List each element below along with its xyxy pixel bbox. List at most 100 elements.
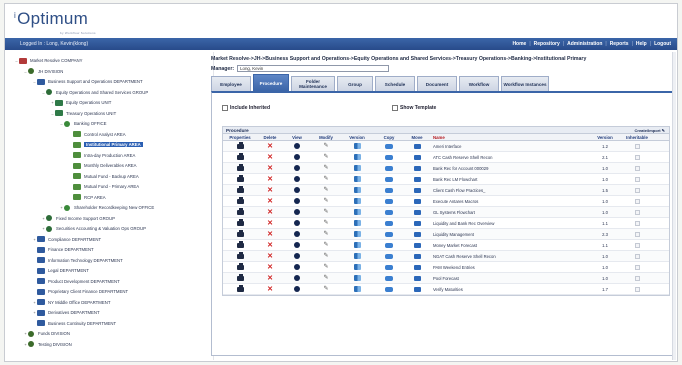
tree-node[interactable]: – Banking OFFICE (59, 119, 106, 128)
tree-node-label[interactable]: Product Development DEPARTMENT (48, 279, 120, 284)
tree-node-label[interactable]: JH DIVISION (38, 69, 63, 74)
delete-icon[interactable]: ✕ (267, 275, 273, 282)
tab-workflow[interactable]: Workflow (459, 76, 499, 91)
properties-icon[interactable] (236, 152, 244, 160)
procedure-name[interactable]: Verify Maturities (429, 287, 589, 292)
inheritable-checkbox[interactable] (634, 154, 640, 160)
view-icon[interactable] (294, 143, 300, 149)
move-icon[interactable] (413, 264, 421, 270)
tree-node[interactable]: Business Continuity DEPARTMENT (32, 319, 116, 328)
delete-icon[interactable]: ✕ (267, 242, 273, 249)
page-scrollbar[interactable] (672, 52, 676, 360)
tree-node[interactable]: Finance DEPARTMENT (32, 245, 94, 254)
tree-node-label[interactable]: Market Resolve COMPANY (30, 58, 82, 63)
tree-node-label[interactable]: Information Technology DEPARTMENT (48, 258, 123, 263)
delete-icon[interactable]: ✕ (267, 154, 273, 161)
procedure-name[interactable]: GL Systems Flowchart (429, 210, 589, 215)
view-icon[interactable] (294, 165, 300, 171)
tree-node-label[interactable]: Derivatives DEPARTMENT (48, 310, 100, 315)
modify-icon[interactable]: ✎ (323, 143, 328, 149)
move-icon[interactable] (413, 187, 421, 193)
move-icon[interactable] (413, 231, 421, 237)
tab-schedule[interactable]: Schedule (375, 76, 415, 91)
nav-help[interactable]: Help (636, 41, 647, 47)
tree-node-label[interactable]: Institutional Primary AREA (84, 142, 143, 147)
column-header[interactable]: Name (429, 135, 589, 140)
version-icon[interactable] (353, 187, 361, 193)
procedure-name[interactable]: Money Market Forecast (429, 243, 589, 248)
inheritable-checkbox[interactable] (634, 275, 640, 281)
view-icon[interactable] (294, 286, 300, 292)
modify-icon[interactable]: ✎ (323, 187, 328, 193)
copy-icon[interactable] (385, 275, 393, 281)
copy-icon[interactable] (385, 187, 393, 193)
tree-node[interactable]: Control Analyst AREA (68, 130, 126, 139)
procedure-name[interactable]: NGAT Cash Reserve Shell Recon (429, 254, 589, 259)
properties-icon[interactable] (236, 273, 244, 281)
tree-node-label[interactable]: NY Middle Office DEPARTMENT (48, 300, 110, 305)
properties-icon[interactable] (236, 240, 244, 248)
modify-icon[interactable]: ✎ (323, 165, 328, 171)
inheritable-checkbox[interactable] (634, 143, 640, 149)
tab-employee[interactable]: Employee (211, 76, 251, 91)
version-icon[interactable] (353, 176, 361, 182)
view-icon[interactable] (294, 209, 300, 215)
view-icon[interactable] (294, 198, 300, 204)
tree-node[interactable]: Information Technology DEPARTMENT (32, 256, 123, 265)
procedure-name[interactable]: ATC Cash Reserve Shell Recon (429, 155, 589, 160)
procedure-name[interactable]: PAM Weekend Entries (429, 265, 589, 270)
procedure-name[interactable]: Client Cash Flow Practices_ (429, 188, 589, 193)
properties-icon[interactable] (236, 163, 244, 171)
delete-icon[interactable]: ✕ (267, 264, 273, 271)
tree-node[interactable]: + Securities Accounting & Valuation Ops G… (41, 224, 146, 233)
tree-node[interactable]: + NY Middle Office DEPARTMENT (32, 298, 110, 307)
tree-node[interactable]: Monthly Deliverables AREA (68, 161, 137, 170)
modify-icon[interactable]: ✎ (323, 154, 328, 160)
view-icon[interactable] (294, 187, 300, 193)
tab-folder-maintenance[interactable]: Folder Maintenance (291, 76, 335, 91)
move-icon[interactable] (413, 165, 421, 171)
version-icon[interactable] (353, 154, 361, 160)
move-icon[interactable] (413, 253, 421, 259)
copy-icon[interactable] (385, 143, 393, 149)
copy-icon[interactable] (385, 253, 393, 259)
tree-node[interactable]: + Funds DIVISION (23, 329, 70, 338)
move-icon[interactable] (413, 198, 421, 204)
procedure-name[interactable]: Execute Antares Macros (429, 199, 589, 204)
tree-node-label[interactable]: Mutual Fund - Backup AREA (84, 174, 139, 179)
tree-node[interactable]: + Testing DIVISION (23, 340, 72, 349)
modify-icon[interactable]: ✎ (323, 242, 328, 248)
properties-icon[interactable] (236, 141, 244, 149)
tree-node-label[interactable]: Proprietary Client Finance DEPARTMENT (48, 289, 128, 294)
version-icon[interactable] (353, 286, 361, 292)
tree-node-label[interactable]: Testing DIVISION (38, 342, 72, 347)
procedure-name[interactable]: Bank Rec LM Flowchart (429, 177, 589, 182)
copy-icon[interactable] (385, 264, 393, 270)
delete-icon[interactable]: ✕ (267, 176, 273, 183)
copy-icon[interactable] (385, 198, 393, 204)
view-icon[interactable] (294, 220, 300, 226)
nav-administration[interactable]: Administration (567, 41, 602, 47)
properties-icon[interactable] (236, 218, 244, 226)
delete-icon[interactable]: ✕ (267, 143, 273, 150)
version-icon[interactable] (353, 209, 361, 215)
delete-icon[interactable]: ✕ (267, 220, 273, 227)
properties-icon[interactable] (236, 196, 244, 204)
modify-icon[interactable]: ✎ (323, 264, 328, 270)
tree-node-label[interactable]: RCP AREA (84, 195, 106, 200)
tree-node[interactable]: Institutional Primary AREA (68, 140, 143, 149)
modify-icon[interactable]: ✎ (323, 198, 328, 204)
copy-icon[interactable] (385, 154, 393, 160)
tree-node[interactable]: – Market Resolve COMPANY (14, 56, 82, 65)
modify-icon[interactable]: ✎ (323, 253, 328, 259)
tree-node-label[interactable]: Business Continuity DEPARTMENT (48, 321, 116, 326)
version-icon[interactable] (353, 253, 361, 259)
delete-icon[interactable]: ✕ (267, 198, 273, 205)
nav-home[interactable]: Home (512, 41, 526, 47)
version-icon[interactable] (353, 275, 361, 281)
properties-icon[interactable] (236, 284, 244, 292)
show-template-checkbox[interactable] (392, 105, 398, 111)
procedure-name[interactable]: Ameri Interface (429, 144, 589, 149)
move-icon[interactable] (413, 154, 421, 160)
tree-node-label[interactable]: Fixed Income Support GROUP (56, 216, 115, 221)
